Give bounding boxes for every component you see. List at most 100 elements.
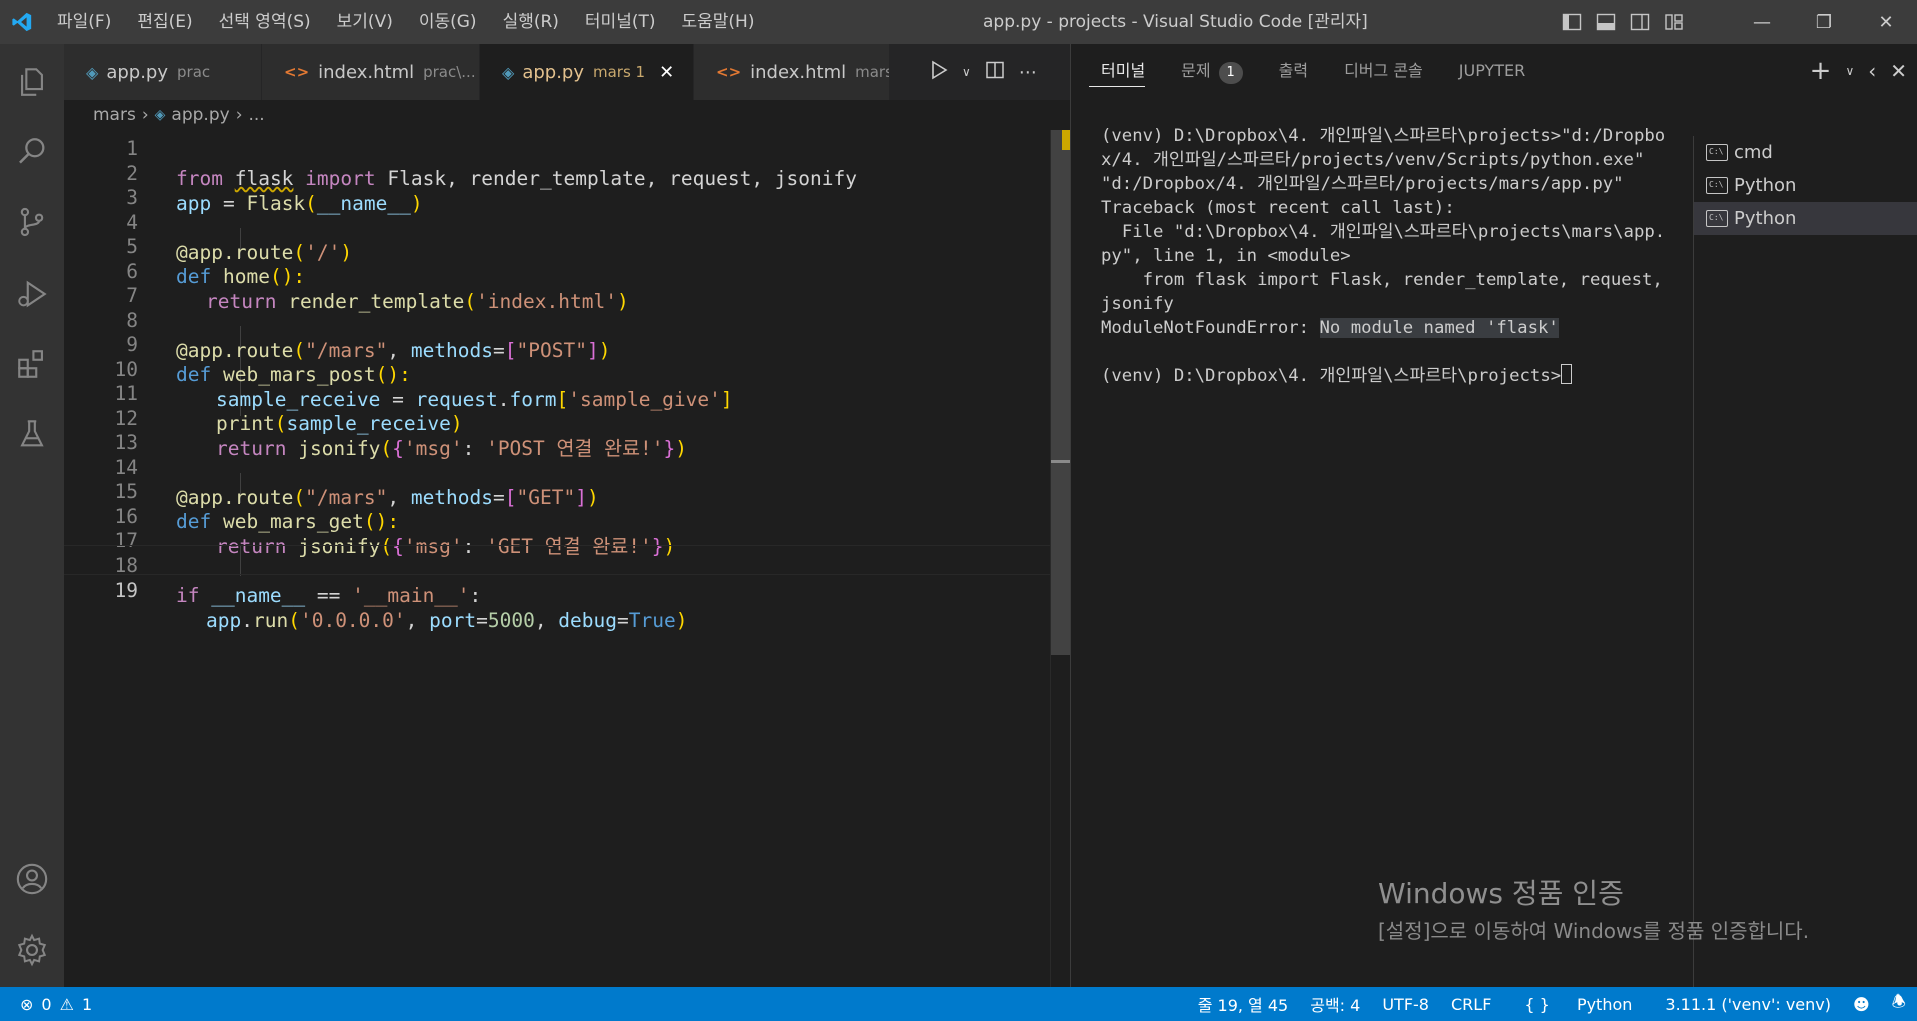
terminal-line: (venv) D:\Dropbox\4. 개인파일\스파르타\projects>…: [1101, 126, 1666, 194]
line-ending[interactable]: CRLF: [1440, 995, 1502, 1014]
menu-view[interactable]: 보기(V): [324, 0, 406, 44]
new-terminal-plus-icon[interactable]: +: [1810, 56, 1832, 86]
cursor-position[interactable]: 줄 19, 열 45: [1187, 992, 1300, 1016]
token: port: [429, 609, 477, 632]
chevron-left-icon[interactable]: ‹: [1868, 59, 1876, 83]
tab-output[interactable]: 출력: [1261, 44, 1326, 98]
terminal-instance-python[interactable]: C:\ Python: [1694, 169, 1917, 202]
menu-edit[interactable]: 편집(E): [124, 0, 205, 44]
menu-file[interactable]: 파일(F): [44, 0, 124, 44]
braces-icon: { }: [1524, 994, 1550, 1014]
error-count: 0: [41, 994, 52, 1014]
tab-debug-console[interactable]: 디버그 콘솔: [1326, 44, 1441, 98]
tab-index-html-mars[interactable]: <> index.html mars\...: [694, 44, 890, 100]
minimize-icon[interactable]: —: [1731, 0, 1793, 44]
terminal-cursor: [1561, 364, 1573, 384]
warning-icon: ⚠: [59, 994, 74, 1014]
windows-activation-watermark: Windows 정품 인증 [설정]으로 이동하여 Windows를 정품 인증…: [1378, 872, 1858, 945]
menu-help[interactable]: 도움말(H): [669, 0, 768, 44]
tab-problems[interactable]: 문제 1: [1163, 44, 1260, 98]
html-file-icon: <>: [716, 63, 742, 81]
tab-terminal[interactable]: 터미널: [1071, 44, 1163, 98]
tab-description: mars\...: [855, 63, 890, 81]
extensions-icon[interactable]: [0, 332, 64, 396]
terminal-line: Traceback (most recent call last):: [1101, 198, 1455, 218]
run-debug-icon[interactable]: [0, 262, 64, 326]
language-mode[interactable]: { } Python: [1502, 995, 1654, 1014]
testing-icon[interactable]: [0, 402, 64, 466]
menu-terminal[interactable]: 터미널(T): [572, 0, 669, 44]
python-file-icon: ◈: [86, 62, 99, 82]
more-actions-icon[interactable]: ⋯: [1019, 62, 1037, 83]
toggle-primary-sidebar-icon[interactable]: [1562, 12, 1582, 32]
menu-go[interactable]: 이동(G): [406, 0, 490, 44]
terminal-line: from flask import Flask, render_template…: [1101, 270, 1674, 314]
indentation[interactable]: 공백: 4: [1299, 992, 1371, 1016]
panel-actions: + ∨ ‹ ✕: [1810, 44, 1907, 98]
token: '0.0.0.0': [299, 609, 406, 632]
tab-description: prac\...: [423, 63, 476, 81]
toggle-panel-icon[interactable]: [1596, 12, 1616, 32]
notifications-bell-icon[interactable]: 🕭: [1881, 991, 1917, 1018]
terminal-instance-label: cmd: [1734, 142, 1773, 163]
tab-label: 디버그 콘솔: [1344, 61, 1423, 80]
search-icon[interactable]: [0, 120, 64, 184]
terminal-instance-label: Python: [1734, 175, 1797, 196]
terminal-line: ModuleNotFoundError:: [1101, 318, 1320, 338]
split-editor-icon[interactable]: [985, 60, 1005, 85]
token: debug: [558, 609, 617, 632]
encoding[interactable]: UTF-8: [1371, 995, 1440, 1014]
token: ): [675, 609, 688, 632]
tab-label: app.py: [106, 61, 168, 83]
terminal-line: File "d:\Dropbox\4. 개인파일\스파르타\projects\m…: [1101, 222, 1666, 266]
title-bar: 파일(F) 편집(E) 선택 영역(S) 보기(V) 이동(G) 실행(R) 터…: [0, 0, 1917, 44]
close-window-icon[interactable]: ✕: [1855, 0, 1917, 44]
terminal-prompt: (venv) D:\Dropbox\4. 개인파일\스파르타\projects>: [1101, 366, 1562, 386]
window-title: app.py - projects - Visual Studio Code […: [983, 12, 1368, 32]
restore-icon[interactable]: ❐: [1793, 0, 1855, 44]
editor-scrollbar-thumb[interactable]: [1051, 130, 1070, 655]
python-file-icon: ◈: [502, 62, 515, 82]
tab-label: app.py: [522, 61, 584, 83]
close-tab-icon[interactable]: ✕: [659, 62, 674, 83]
token: =: [476, 609, 488, 632]
tab-label: 출력: [1278, 61, 1309, 80]
python-interpreter[interactable]: 3.11.1 ('venv': venv): [1654, 995, 1842, 1014]
bottom-panel: 터미널 문제 1 출력 디버그 콘솔 JUPYTER + ∨ ‹ ✕ (venv)…: [1070, 44, 1917, 987]
source-control-icon[interactable]: [0, 190, 64, 254]
run-python-file-icon[interactable]: [930, 60, 948, 85]
toggle-secondary-sidebar-icon[interactable]: [1630, 12, 1650, 32]
tab-description: mars 1: [593, 63, 646, 81]
code-editor[interactable]: 1 from flask import Flask, render_templa…: [64, 130, 1070, 987]
terminal-instance-python-active[interactable]: C:\ Python: [1694, 202, 1917, 235]
token: ==: [305, 583, 353, 607]
watermark-body: [설정]으로 이동하여 Windows를 정품 인증합니다.: [1378, 919, 1810, 943]
terminal-instance-cmd[interactable]: C:\ cmd: [1694, 136, 1917, 169]
terminal-selection: No module named 'flask': [1319, 318, 1559, 338]
token: True: [628, 609, 676, 632]
explorer-icon[interactable]: [0, 50, 64, 114]
menu-run[interactable]: 실행(R): [490, 0, 572, 44]
menu-selection[interactable]: 선택 영역(S): [206, 0, 324, 44]
tab-label: JUPYTER: [1458, 61, 1526, 80]
token: run: [252, 609, 289, 632]
run-dropdown-chevron-icon[interactable]: ∨: [962, 65, 971, 79]
scrollbar-warning-marker: [1062, 130, 1070, 150]
terminal-icon: C:\: [1706, 177, 1728, 194]
terminal-output[interactable]: (venv) D:\Dropbox\4. 개인파일\스파르타\projects>…: [1101, 124, 1666, 388]
tab-jupyter[interactable]: JUPYTER: [1441, 44, 1544, 98]
tab-app-py-mars[interactable]: ◈ app.py mars 1 ✕: [480, 44, 694, 100]
accounts-icon[interactable]: [0, 847, 64, 911]
token: (: [288, 609, 300, 632]
terminal-icon: C:\: [1706, 144, 1728, 161]
token: .: [241, 609, 253, 632]
editor-actions: ∨ ⋯: [920, 44, 1070, 100]
customize-layout-icon[interactable]: [1664, 12, 1684, 32]
close-panel-icon[interactable]: ✕: [1890, 59, 1907, 83]
tab-app-py-prac[interactable]: ◈ app.py prac: [64, 44, 262, 100]
tab-index-html-prac[interactable]: <> index.html prac\...: [262, 44, 480, 100]
terminal-dropdown-chevron-icon[interactable]: ∨: [1845, 64, 1854, 78]
feedback-icon[interactable]: ☻: [1842, 995, 1881, 1014]
problems-status[interactable]: ⊗ 0 ⚠ 1: [20, 987, 92, 1021]
settings-gear-icon[interactable]: [0, 918, 64, 982]
